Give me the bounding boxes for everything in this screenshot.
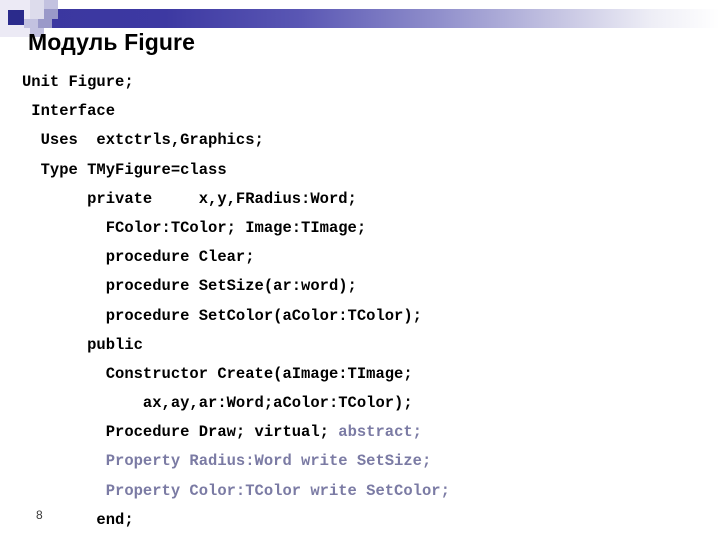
deco-square-mid-1	[44, 9, 58, 19]
code-line: public	[22, 331, 702, 360]
code-listing: Unit Figure; Interface Uses extctrls,Gra…	[22, 68, 702, 535]
code-line: Unit Figure;	[22, 68, 702, 97]
code-line: Uses extctrls,Graphics;	[22, 126, 702, 155]
code-line: Procedure Draw; virtual; abstract;	[22, 418, 702, 447]
code-token-dim: Property Color:TColor write SetColor;	[22, 481, 450, 500]
page-number: 8	[36, 508, 43, 522]
code-token: procedure SetColor(aColor:TColor);	[22, 306, 422, 325]
page-title: Модуль Figure	[28, 29, 195, 55]
code-token-dim: abstract;	[338, 423, 422, 442]
code-line: procedure SetColor(aColor:TColor);	[22, 302, 702, 331]
code-line: Interface	[22, 97, 702, 126]
code-token: Uses extctrls,Graphics;	[22, 131, 264, 150]
code-token-dim: Property Radius:Word write SetSize;	[22, 452, 432, 471]
code-line: Type TMyFigure=class	[22, 156, 702, 185]
code-token: Interface	[22, 102, 116, 121]
deco-square-pale-1	[30, 0, 44, 9]
code-token: procedure Clear;	[22, 248, 255, 267]
deco-square-light-1	[44, 0, 58, 9]
code-token: Type TMyFigure=class	[22, 160, 227, 179]
code-line: FColor:TColor; Image:TImage;	[22, 214, 702, 243]
code-line: private x,y,FRadius:Word;	[22, 185, 702, 214]
code-token: Unit Figure;	[22, 73, 134, 91]
deco-square-mid-2	[38, 19, 52, 28]
code-line: procedure SetSize(ar:word);	[22, 272, 702, 301]
code-token: public	[22, 335, 143, 354]
code-line: Property Color:TColor write SetColor;	[22, 477, 702, 506]
code-token: Procedure Draw; virtual;	[22, 423, 339, 442]
deco-square-dark	[8, 10, 24, 25]
deco-square-navy	[52, 19, 62, 28]
code-line: procedure Clear;	[22, 243, 702, 272]
code-line: ax,ay,ar:Word;aColor:TColor);	[22, 389, 702, 418]
deco-square-pale-2	[30, 9, 44, 19]
code-token: Constructor Create(aImage:TImage;	[22, 364, 413, 383]
code-line: Constructor Create(aImage:TImage;	[22, 360, 702, 389]
header-gradient-bar	[44, 9, 720, 28]
code-token: procedure SetSize(ar:word);	[22, 277, 357, 296]
code-line: end;	[22, 506, 702, 535]
code-token: private x,y,FRadius:Word;	[22, 189, 357, 208]
code-line: Property Radius:Word write SetSize;	[22, 447, 702, 476]
deco-square-light-2	[24, 19, 38, 28]
code-token: ax,ay,ar:Word;aColor:TColor);	[22, 394, 413, 413]
slide: Модуль Figure Unit Figure; Interface Use…	[0, 0, 720, 540]
code-token: FColor:TColor; Image:TImage;	[22, 218, 367, 237]
